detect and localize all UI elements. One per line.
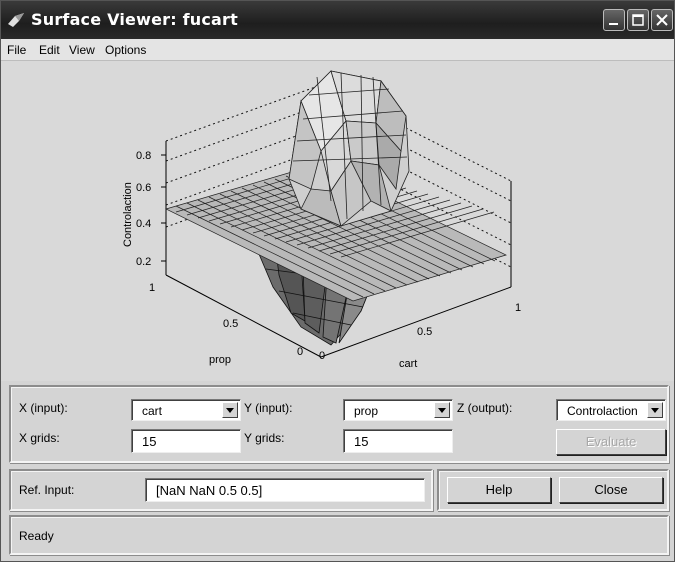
ref-input-panel: Ref. Input: [NaN NaN 0.5 0.5] <box>9 469 433 511</box>
menu-view[interactable]: View <box>69 43 95 57</box>
x-tick-label: 0 <box>319 350 325 362</box>
maximize-button[interactable] <box>627 9 649 31</box>
y-tick-label: 0.5 <box>223 318 238 330</box>
y-tick-label: 0 <box>297 346 303 358</box>
y-input-select[interactable]: prop <box>343 399 453 421</box>
x-grids-field[interactable]: 15 <box>131 429 241 453</box>
surface-peak <box>288 70 410 227</box>
menu-edit[interactable]: Edit <box>39 43 60 57</box>
ref-input-label: Ref. Input: <box>19 483 75 497</box>
window-title: Surface Viewer: fucart <box>31 10 238 29</box>
z-tick-label: 0.2 <box>136 256 151 268</box>
y-input-value: prop <box>354 404 379 418</box>
x-grids-label: X grids: <box>19 431 60 445</box>
z-axis: 0.8 0.6 0.4 0.2 Controlaction <box>122 150 166 268</box>
z-tick-label: 0.6 <box>136 182 151 194</box>
close-button[interactable] <box>651 9 673 31</box>
z-output-select[interactable]: Controlaction <box>556 399 666 421</box>
x-input-label: X (input): <box>19 401 68 415</box>
evaluate-button[interactable]: Evaluate <box>556 429 666 455</box>
help-button[interactable]: Help <box>447 477 551 503</box>
y-grids-label: Y grids: <box>244 431 285 445</box>
z-output-label: Z (output): <box>457 401 513 415</box>
chevron-down-icon[interactable] <box>434 402 450 418</box>
menu-file[interactable]: File <box>7 43 26 57</box>
matlab-logo-icon <box>8 13 24 27</box>
z-output-value: Controlaction <box>567 404 638 418</box>
menu-bar: File Edit View Options <box>1 39 674 61</box>
surface-plot-area[interactable]: 0.8 0.6 0.4 0.2 Controlaction 1 0.5 0 pr… <box>1 61 674 381</box>
y-input-label: Y (input): <box>244 401 293 415</box>
y-grids-field[interactable]: 15 <box>343 429 453 453</box>
x-axis-label: cart <box>399 358 417 370</box>
surface-viewer-window: Surface Viewer: fucart File Edit View Op… <box>0 0 675 562</box>
status-bar: Ready <box>9 515 669 555</box>
chevron-down-icon[interactable] <box>647 402 663 418</box>
action-buttons-panel: Help Close <box>437 469 669 511</box>
close-icon <box>656 14 668 26</box>
minimize-icon <box>609 23 618 25</box>
title-bar[interactable]: Surface Viewer: fucart <box>1 1 674 39</box>
menu-options[interactable]: Options <box>105 43 146 57</box>
y-tick-label: 1 <box>149 282 155 294</box>
axis-controls-panel: X (input): cart Y (input): prop Z (outpu… <box>9 385 669 463</box>
close-dialog-button[interactable]: Close <box>559 477 663 503</box>
status-text: Ready <box>19 529 54 543</box>
x-input-select[interactable]: cart <box>131 399 241 421</box>
z-tick-label: 0.8 <box>136 150 151 162</box>
x-input-value: cart <box>142 404 163 418</box>
chevron-down-icon[interactable] <box>222 402 238 418</box>
surface-plot[interactable]: 0.8 0.6 0.4 0.2 Controlaction 1 0.5 0 pr… <box>1 61 674 381</box>
z-axis-label: Controlaction <box>122 182 134 247</box>
y-axis-label: prop <box>209 354 231 366</box>
maximize-icon <box>632 14 644 26</box>
ref-input-field[interactable]: [NaN NaN 0.5 0.5] <box>145 478 425 502</box>
z-tick-label: 0.4 <box>136 218 151 230</box>
x-tick-label: 1 <box>515 302 521 314</box>
minimize-button[interactable] <box>603 9 625 31</box>
x-tick-label: 0.5 <box>417 326 432 338</box>
